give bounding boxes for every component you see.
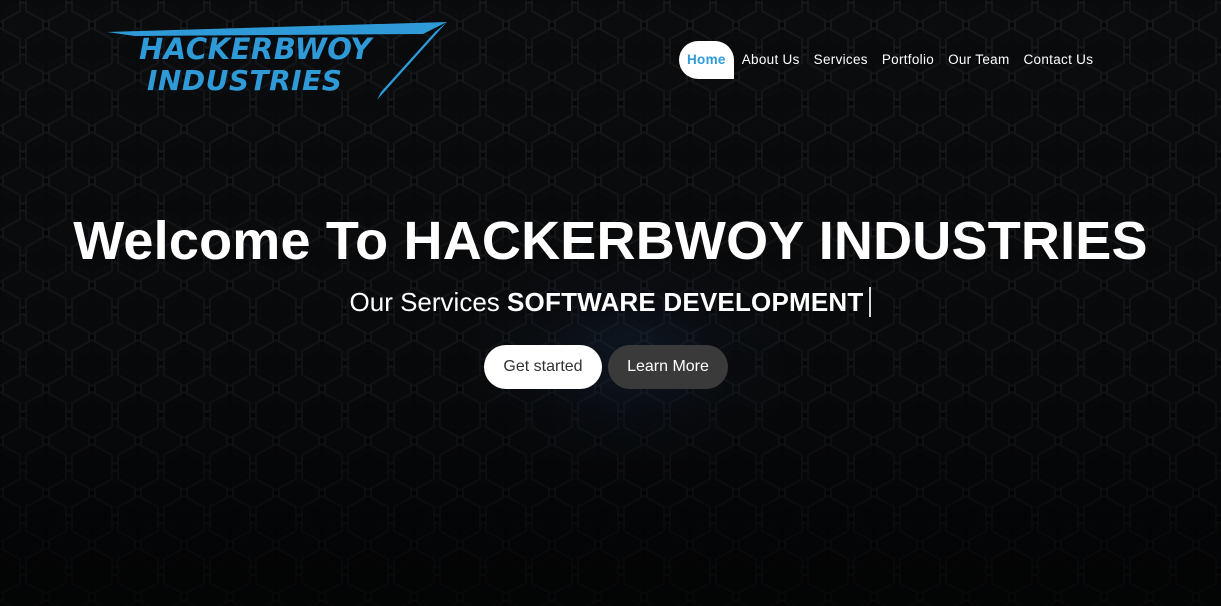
nav-item-our-team[interactable]: Our Team bbox=[941, 41, 1016, 79]
subtitle-prefix: Our Services bbox=[349, 287, 500, 317]
hero-section: HACKERBWOY INDUSTRIES Home About Us Serv… bbox=[0, 0, 1221, 606]
hero-title: Welcome To HACKERBWOY INDUSTRIES bbox=[73, 211, 1148, 271]
nav-item-about-us[interactable]: About Us bbox=[735, 41, 807, 79]
logo-line-1: HACKERBWOY bbox=[139, 32, 372, 66]
nav-item-home[interactable]: Home bbox=[679, 41, 734, 79]
nav-item-portfolio[interactable]: Portfolio bbox=[875, 41, 941, 79]
logo-line-2: INDUSTRIES bbox=[147, 64, 343, 97]
nav-item-services[interactable]: Services bbox=[807, 41, 875, 79]
typing-cursor bbox=[869, 287, 872, 317]
logo-text-block: HACKERBWOY INDUSTRIES bbox=[105, 20, 455, 102]
nav-item-contact-us[interactable]: Contact Us bbox=[1017, 41, 1101, 79]
brand-logo[interactable]: HACKERBWOY INDUSTRIES bbox=[105, 20, 455, 102]
hero-subtitle: Our Services SOFTWARE DEVELOPMENT bbox=[0, 284, 1221, 320]
main-navigation: Home About Us Services Portfolio Our Tea… bbox=[679, 41, 1100, 79]
get-started-button[interactable]: Get started bbox=[484, 345, 602, 389]
learn-more-button[interactable]: Learn More bbox=[608, 345, 728, 389]
typed-service-text: SOFTWARE DEVELOPMENT bbox=[507, 287, 864, 317]
